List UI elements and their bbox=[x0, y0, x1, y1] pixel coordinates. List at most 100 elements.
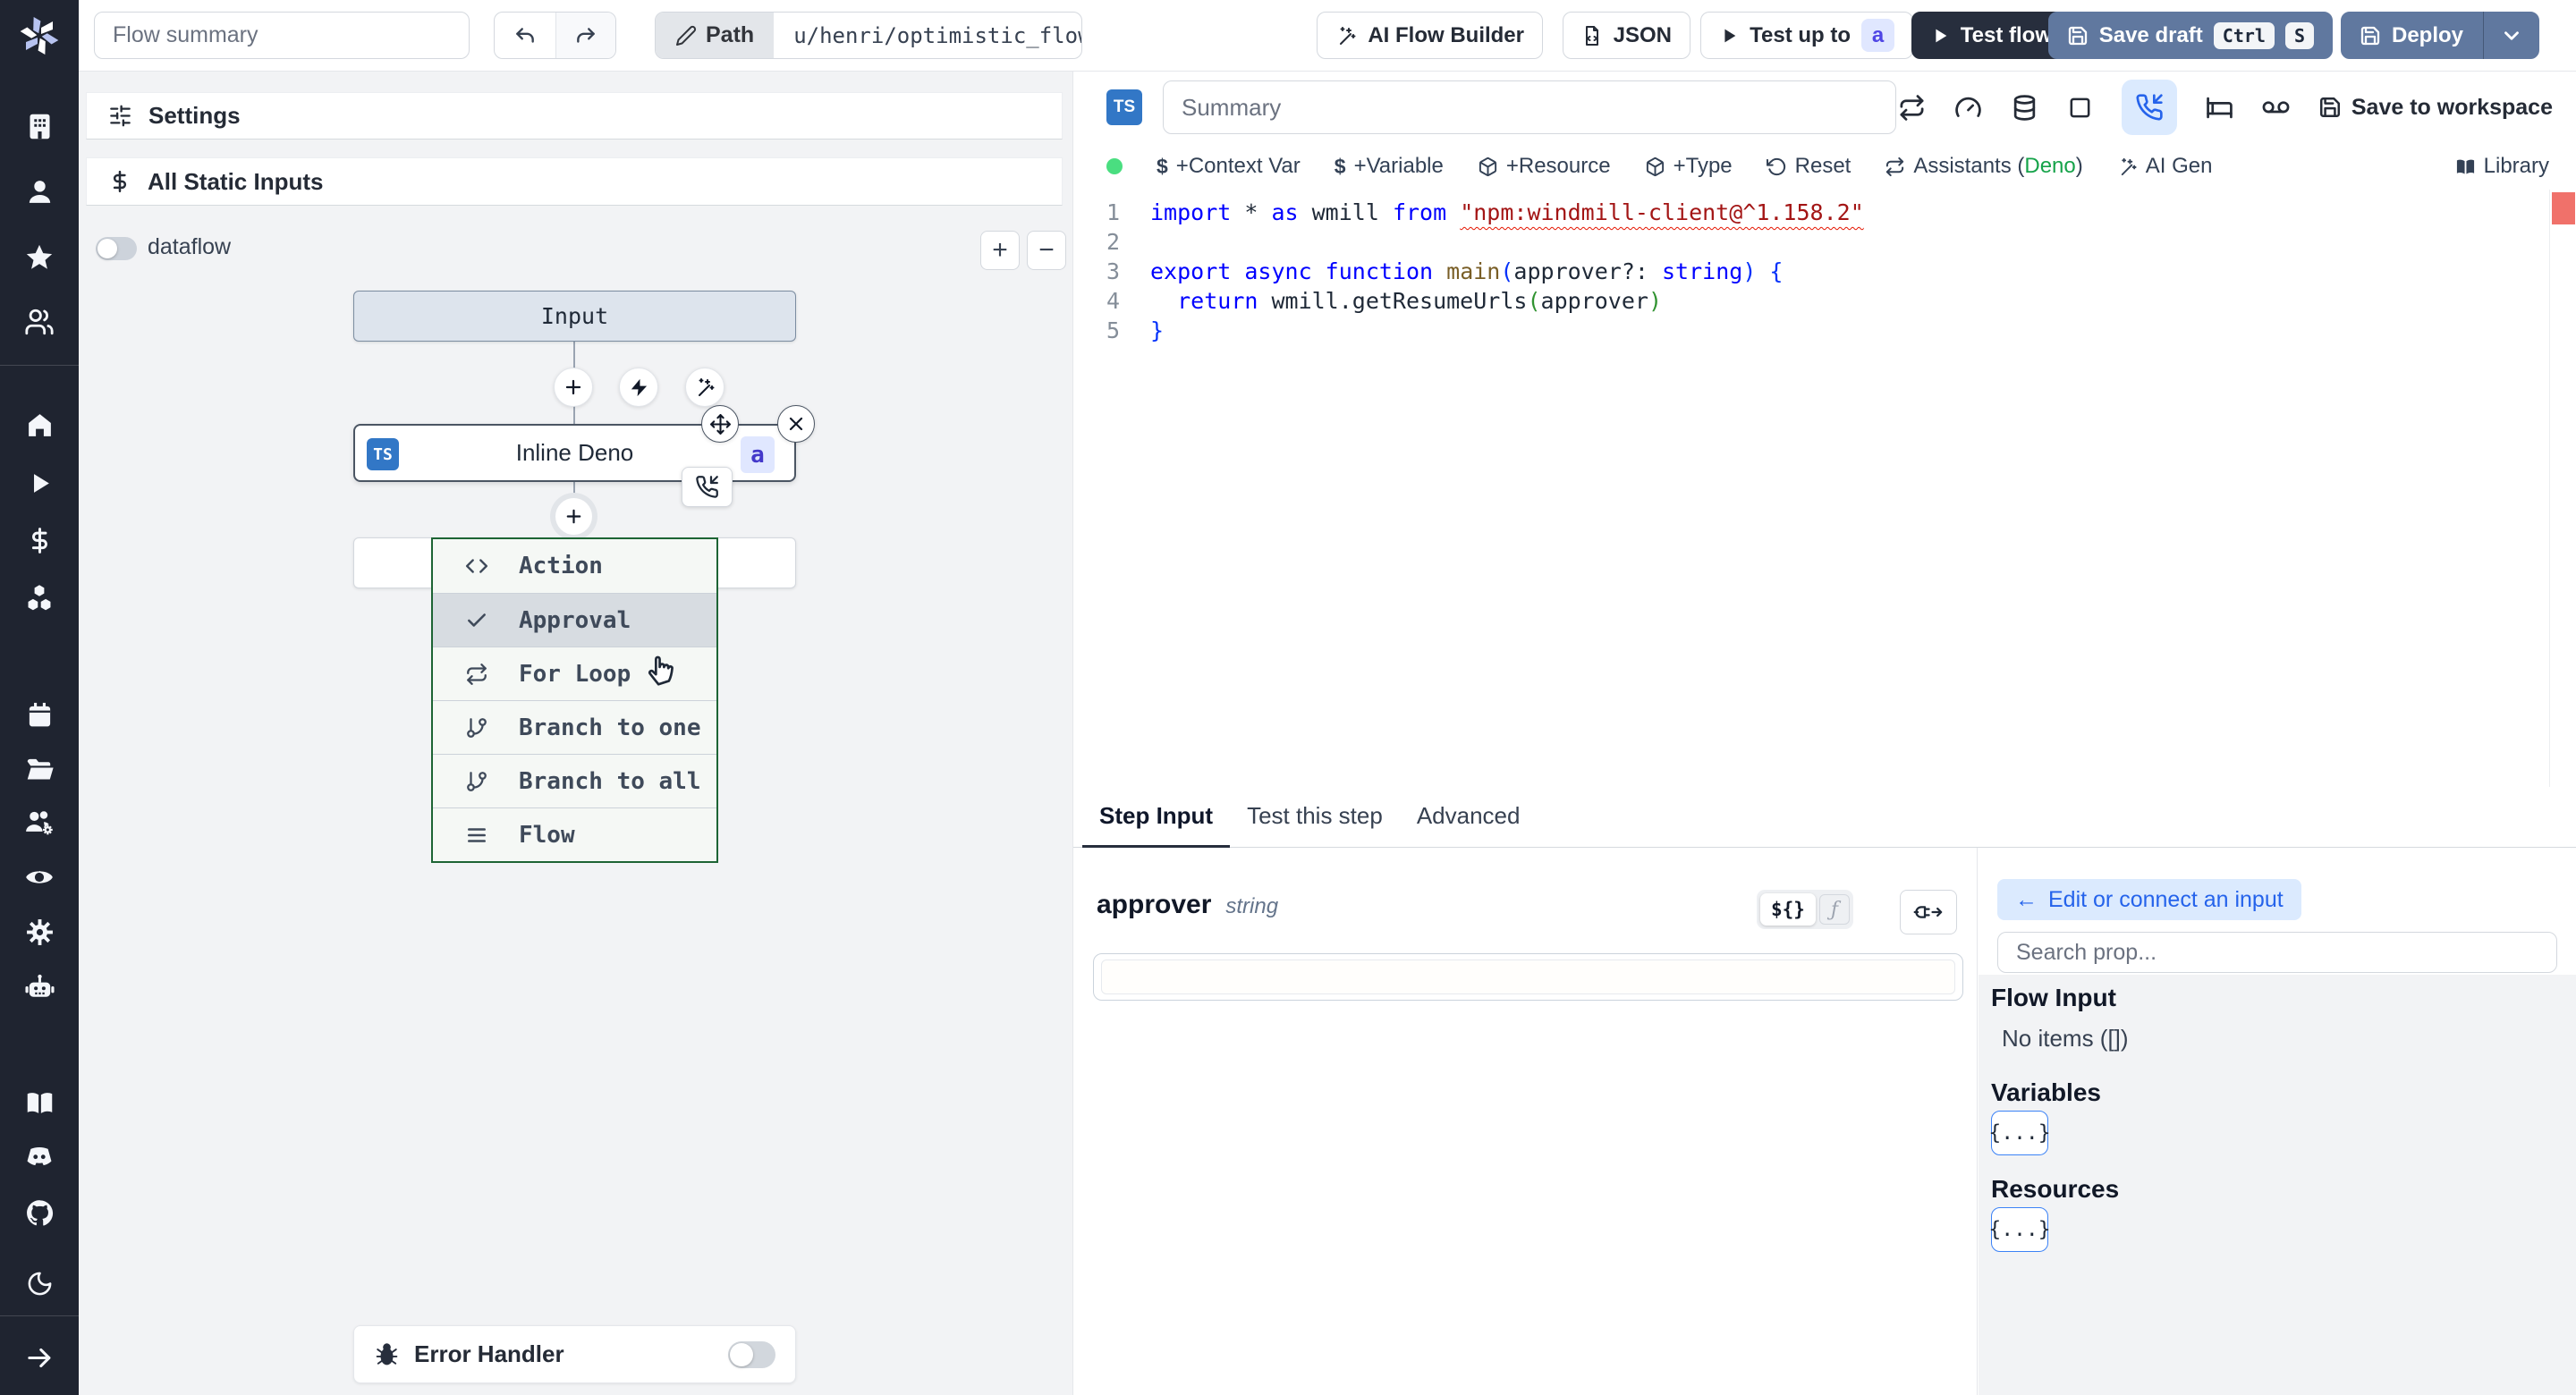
dataflow-toggle[interactable] bbox=[96, 237, 137, 260]
repeat-icon bbox=[465, 663, 488, 686]
sidebar-item-groups[interactable] bbox=[0, 306, 79, 338]
search-prop-input[interactable] bbox=[1997, 932, 2557, 973]
arrows-move-icon bbox=[709, 413, 732, 435]
zoom-in-button[interactable]: + bbox=[980, 231, 1020, 270]
insert-trigger-button[interactable] bbox=[619, 368, 658, 407]
library-button[interactable]: Library bbox=[2455, 154, 2549, 179]
menu-item-branch-to-all[interactable]: Branch to all bbox=[433, 754, 716, 807]
variables-browse-button[interactable]: {...} bbox=[1988, 1111, 2051, 1155]
deploy-dropdown-button[interactable] bbox=[2483, 12, 2538, 59]
sleep-icon[interactable] bbox=[2206, 94, 2233, 122]
sidebar-expand-button[interactable] bbox=[0, 1341, 79, 1374]
prop-value-input[interactable] bbox=[1093, 953, 1963, 1001]
move-step-button[interactable] bbox=[701, 405, 739, 443]
close-icon bbox=[785, 413, 807, 435]
sidebar-item-runs[interactable] bbox=[0, 467, 79, 499]
retry-icon[interactable] bbox=[1898, 94, 1926, 122]
bug-icon bbox=[374, 1341, 400, 1367]
error-handler-node[interactable]: Error Handler bbox=[353, 1325, 796, 1383]
sidebar-item-docs[interactable] bbox=[0, 1086, 79, 1119]
insert-step-below-button[interactable] bbox=[555, 498, 592, 535]
sidebar-item-schedules[interactable] bbox=[0, 698, 79, 731]
kbd-ctrl: Ctrl bbox=[2213, 21, 2275, 49]
mock-icon[interactable] bbox=[2262, 94, 2290, 122]
tab-test-this-step[interactable]: Test this step bbox=[1230, 787, 1400, 848]
ai-gen-button[interactable]: AI Gen bbox=[2117, 154, 2212, 179]
dollar-icon bbox=[108, 170, 131, 193]
editor-scrollbar-track[interactable] bbox=[2549, 190, 2550, 787]
sidebar bbox=[0, 0, 79, 1395]
step-summary-input[interactable] bbox=[1163, 80, 1896, 134]
insert-ai-step-button[interactable] bbox=[685, 368, 724, 407]
sidebar-item-ai[interactable] bbox=[0, 971, 79, 1003]
path-editor[interactable]: Path u/henri/optimistic_flow bbox=[655, 12, 1082, 59]
menu-item-branch-to-one[interactable]: Branch to one bbox=[433, 700, 716, 754]
error-overview-marker bbox=[2552, 192, 2575, 224]
zoom-out-button[interactable]: − bbox=[1027, 231, 1066, 270]
connect-input-panel: ←Edit or connect an input Flow Input No … bbox=[1977, 848, 2576, 1395]
add-context-var-button[interactable]: $ +Context Var bbox=[1157, 154, 1301, 179]
sidebar-item-github[interactable] bbox=[0, 1196, 79, 1229]
menu-item-flow[interactable]: Flow bbox=[433, 807, 716, 861]
sidebar-item-audit-logs[interactable] bbox=[0, 861, 79, 893]
suspend-approval-button[interactable] bbox=[682, 467, 733, 507]
rotate-ccw-icon bbox=[1767, 156, 1787, 177]
flow-summary-input[interactable] bbox=[94, 12, 470, 59]
mode-template-button[interactable]: ${} bbox=[1760, 893, 1816, 926]
sidebar-item-workers[interactable] bbox=[0, 807, 79, 839]
concurrency-icon[interactable] bbox=[2067, 95, 2093, 121]
step-id-badge: a bbox=[741, 436, 775, 473]
all-static-inputs-bar[interactable]: All Static Inputs bbox=[86, 157, 1063, 206]
package-icon bbox=[1645, 156, 1665, 177]
sidebar-item-discord[interactable] bbox=[0, 1141, 79, 1173]
sidebar-item-variables[interactable] bbox=[0, 524, 79, 556]
sidebar-item-user[interactable] bbox=[0, 175, 79, 207]
windmill-logo[interactable] bbox=[0, 0, 79, 72]
code-line-1: import * as wmill from "npm:windmill-cli… bbox=[1150, 199, 1864, 225]
code-editor[interactable]: 1 2 3 4 5 import * as wmill from "npm:wi… bbox=[1073, 190, 2576, 787]
early-stop-icon[interactable] bbox=[1954, 94, 1982, 122]
flow-input-node[interactable]: Input bbox=[353, 291, 796, 342]
add-variable-button[interactable]: $ +Variable bbox=[1335, 154, 1444, 179]
ai-flow-builder-button[interactable]: AI Flow Builder bbox=[1317, 12, 1543, 59]
test-flow-button[interactable]: Test flow bbox=[1911, 12, 2071, 59]
wand-icon bbox=[2117, 156, 2138, 177]
sidebar-item-home[interactable] bbox=[0, 409, 79, 441]
save-to-workspace-button[interactable]: Save to workspace bbox=[2318, 95, 2553, 121]
redo-button[interactable] bbox=[555, 13, 615, 58]
assistants-button[interactable]: Assistants (Deno) bbox=[1885, 154, 2083, 179]
error-handler-label: Error Handler bbox=[414, 1340, 564, 1367]
dark-mode-toggle[interactable] bbox=[0, 1267, 79, 1299]
test-up-to-button[interactable]: Test up to a bbox=[1700, 12, 1913, 59]
add-resource-button[interactable]: +Resource bbox=[1478, 154, 1611, 179]
suspend-approval-setting-button[interactable] bbox=[2121, 80, 2177, 135]
code-icon bbox=[465, 554, 488, 578]
undo-button[interactable] bbox=[495, 13, 555, 58]
play-icon bbox=[1719, 26, 1739, 46]
wand-icon bbox=[694, 376, 716, 398]
deploy-button[interactable]: Deploy bbox=[2340, 12, 2539, 59]
sidebar-item-settings[interactable] bbox=[0, 916, 79, 948]
connect-input-button[interactable] bbox=[1900, 890, 1957, 934]
save-draft-button[interactable]: Save draft Ctrl S bbox=[2047, 12, 2333, 59]
edit-or-connect-button[interactable]: ← Edit or connect an input bbox=[1997, 879, 2301, 920]
add-type-button[interactable]: +Type bbox=[1645, 154, 1733, 179]
sidebar-item-resources[interactable] bbox=[0, 582, 79, 614]
tab-step-input[interactable]: Step Input bbox=[1082, 787, 1231, 848]
menu-item-approval[interactable]: Approval bbox=[433, 593, 716, 647]
insert-step-button[interactable] bbox=[554, 368, 593, 407]
tab-advanced[interactable]: Advanced bbox=[1400, 787, 1538, 848]
sidebar-item-favorites[interactable] bbox=[0, 241, 79, 274]
cache-icon[interactable] bbox=[2011, 94, 2038, 122]
delete-step-button[interactable] bbox=[777, 405, 815, 443]
menu-item-action[interactable]: Action bbox=[433, 539, 716, 593]
json-button[interactable]: JSON bbox=[1562, 12, 1690, 59]
sidebar-item-folders[interactable] bbox=[0, 753, 79, 785]
flow-settings-bar[interactable]: Settings bbox=[86, 92, 1063, 140]
mode-javascript-button[interactable]: ƒ bbox=[1818, 894, 1850, 925]
error-handler-toggle[interactable] bbox=[728, 1340, 775, 1368]
reset-button[interactable]: Reset bbox=[1767, 154, 1851, 179]
resources-browse-button[interactable]: {...} bbox=[1988, 1207, 2051, 1252]
sidebar-item-workspace[interactable] bbox=[0, 110, 79, 142]
